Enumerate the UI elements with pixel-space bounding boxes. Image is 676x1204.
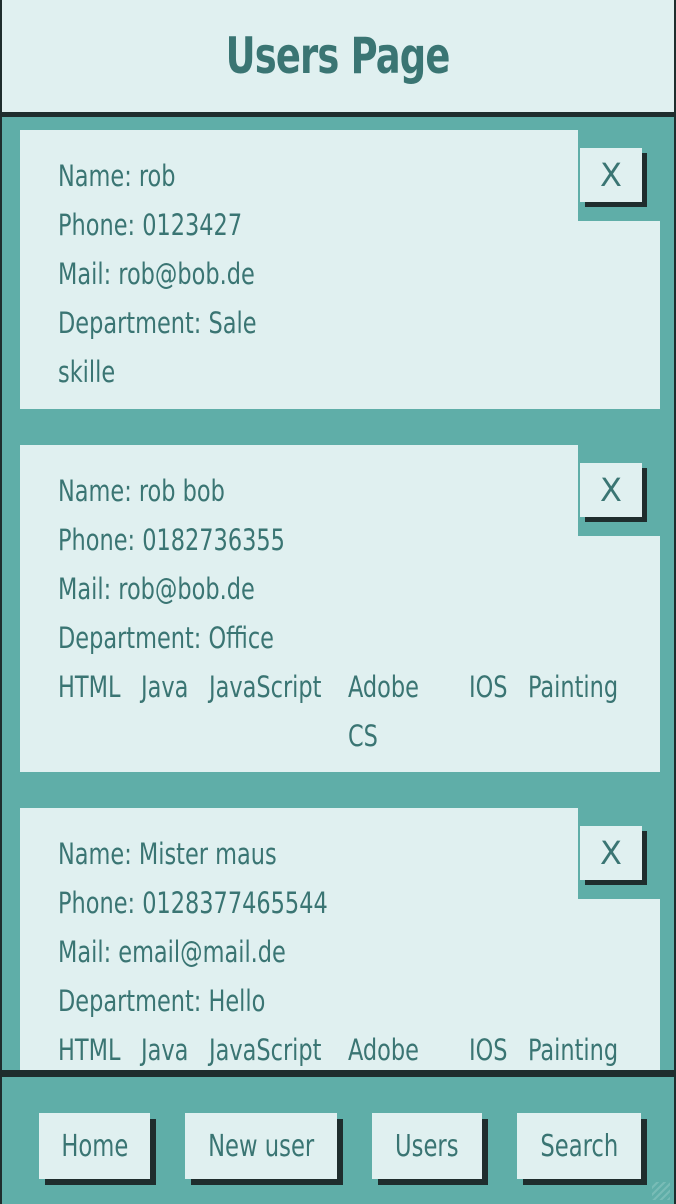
delete-user-button[interactable]: X bbox=[580, 826, 642, 880]
skill-tag: Adobe CS bbox=[348, 670, 419, 753]
skill-tag: Java bbox=[141, 670, 189, 704]
user-name: Name: rob bbox=[58, 159, 176, 193]
skill-tag: Painting bbox=[528, 670, 619, 704]
user-phone: Phone: 0182736355 bbox=[58, 523, 285, 557]
user-skill: skille bbox=[58, 355, 116, 389]
user-skills: HTML Java JavaScript Adobe IOS Painting bbox=[58, 1026, 660, 1070]
skill-tag: IOS bbox=[469, 670, 508, 704]
skill-tag: JavaScript bbox=[209, 1033, 322, 1067]
user-phone: Phone: 0123427 bbox=[58, 208, 243, 242]
nav-home-label: Home bbox=[61, 1128, 128, 1164]
bottom-nav: Home New user Users Search bbox=[2, 1070, 674, 1204]
skill-tag: HTML bbox=[58, 1033, 121, 1067]
page-header: Users Page bbox=[2, 0, 674, 117]
delete-user-button[interactable]: X bbox=[580, 148, 642, 202]
skill-tag: Painting bbox=[528, 1033, 619, 1067]
nav-users-button[interactable]: Users bbox=[372, 1113, 482, 1179]
skill-tag: HTML bbox=[58, 670, 121, 704]
user-phone: Phone: 0128377465544 bbox=[58, 886, 328, 920]
skill-tag: Java bbox=[141, 1033, 189, 1067]
user-name: Name: rob bob bbox=[58, 474, 225, 508]
user-mail: Mail: email@mail.de bbox=[58, 935, 286, 969]
nav-search-label: Search bbox=[540, 1128, 618, 1164]
skill-tag: JavaScript bbox=[209, 670, 322, 704]
nav-new-user-label: New user bbox=[207, 1128, 315, 1164]
user-card: X Name: rob bob Phone: 0182736355 Mail: … bbox=[20, 445, 660, 772]
nav-users-label: Users bbox=[395, 1128, 459, 1164]
nav-new-user-button[interactable]: New user bbox=[185, 1113, 337, 1179]
user-name: Name: Mister maus bbox=[58, 837, 277, 871]
user-card: X Name: rob Phone: 0123427 Mail: rob@bob… bbox=[20, 130, 660, 409]
user-mail: Mail: rob@bob.de bbox=[58, 257, 255, 291]
user-list[interactable]: X Name: rob Phone: 0123427 Mail: rob@bob… bbox=[2, 117, 674, 1070]
user-mail: Mail: rob@bob.de bbox=[58, 572, 255, 606]
user-card: X Name: Mister maus Phone: 0128377465544… bbox=[20, 808, 660, 1070]
nav-search-button[interactable]: Search bbox=[517, 1113, 641, 1179]
delete-user-button[interactable]: X bbox=[580, 463, 642, 517]
user-skills: HTML Java JavaScript Adobe CS IOS Painti… bbox=[58, 663, 660, 761]
user-department: Department: Office bbox=[58, 621, 274, 655]
user-department: Department: Hello bbox=[58, 984, 266, 1018]
nav-home-button[interactable]: Home bbox=[39, 1113, 150, 1179]
app-window: Users Page X Name: rob Phone: 0123427 Ma… bbox=[0, 0, 676, 1204]
page-title: Users Page bbox=[226, 27, 451, 85]
user-department: Department: Sale bbox=[58, 306, 257, 340]
skill-tag: IOS bbox=[469, 1033, 508, 1067]
skill-tag: Adobe bbox=[348, 1033, 419, 1067]
resize-grip-icon[interactable] bbox=[652, 1182, 670, 1200]
